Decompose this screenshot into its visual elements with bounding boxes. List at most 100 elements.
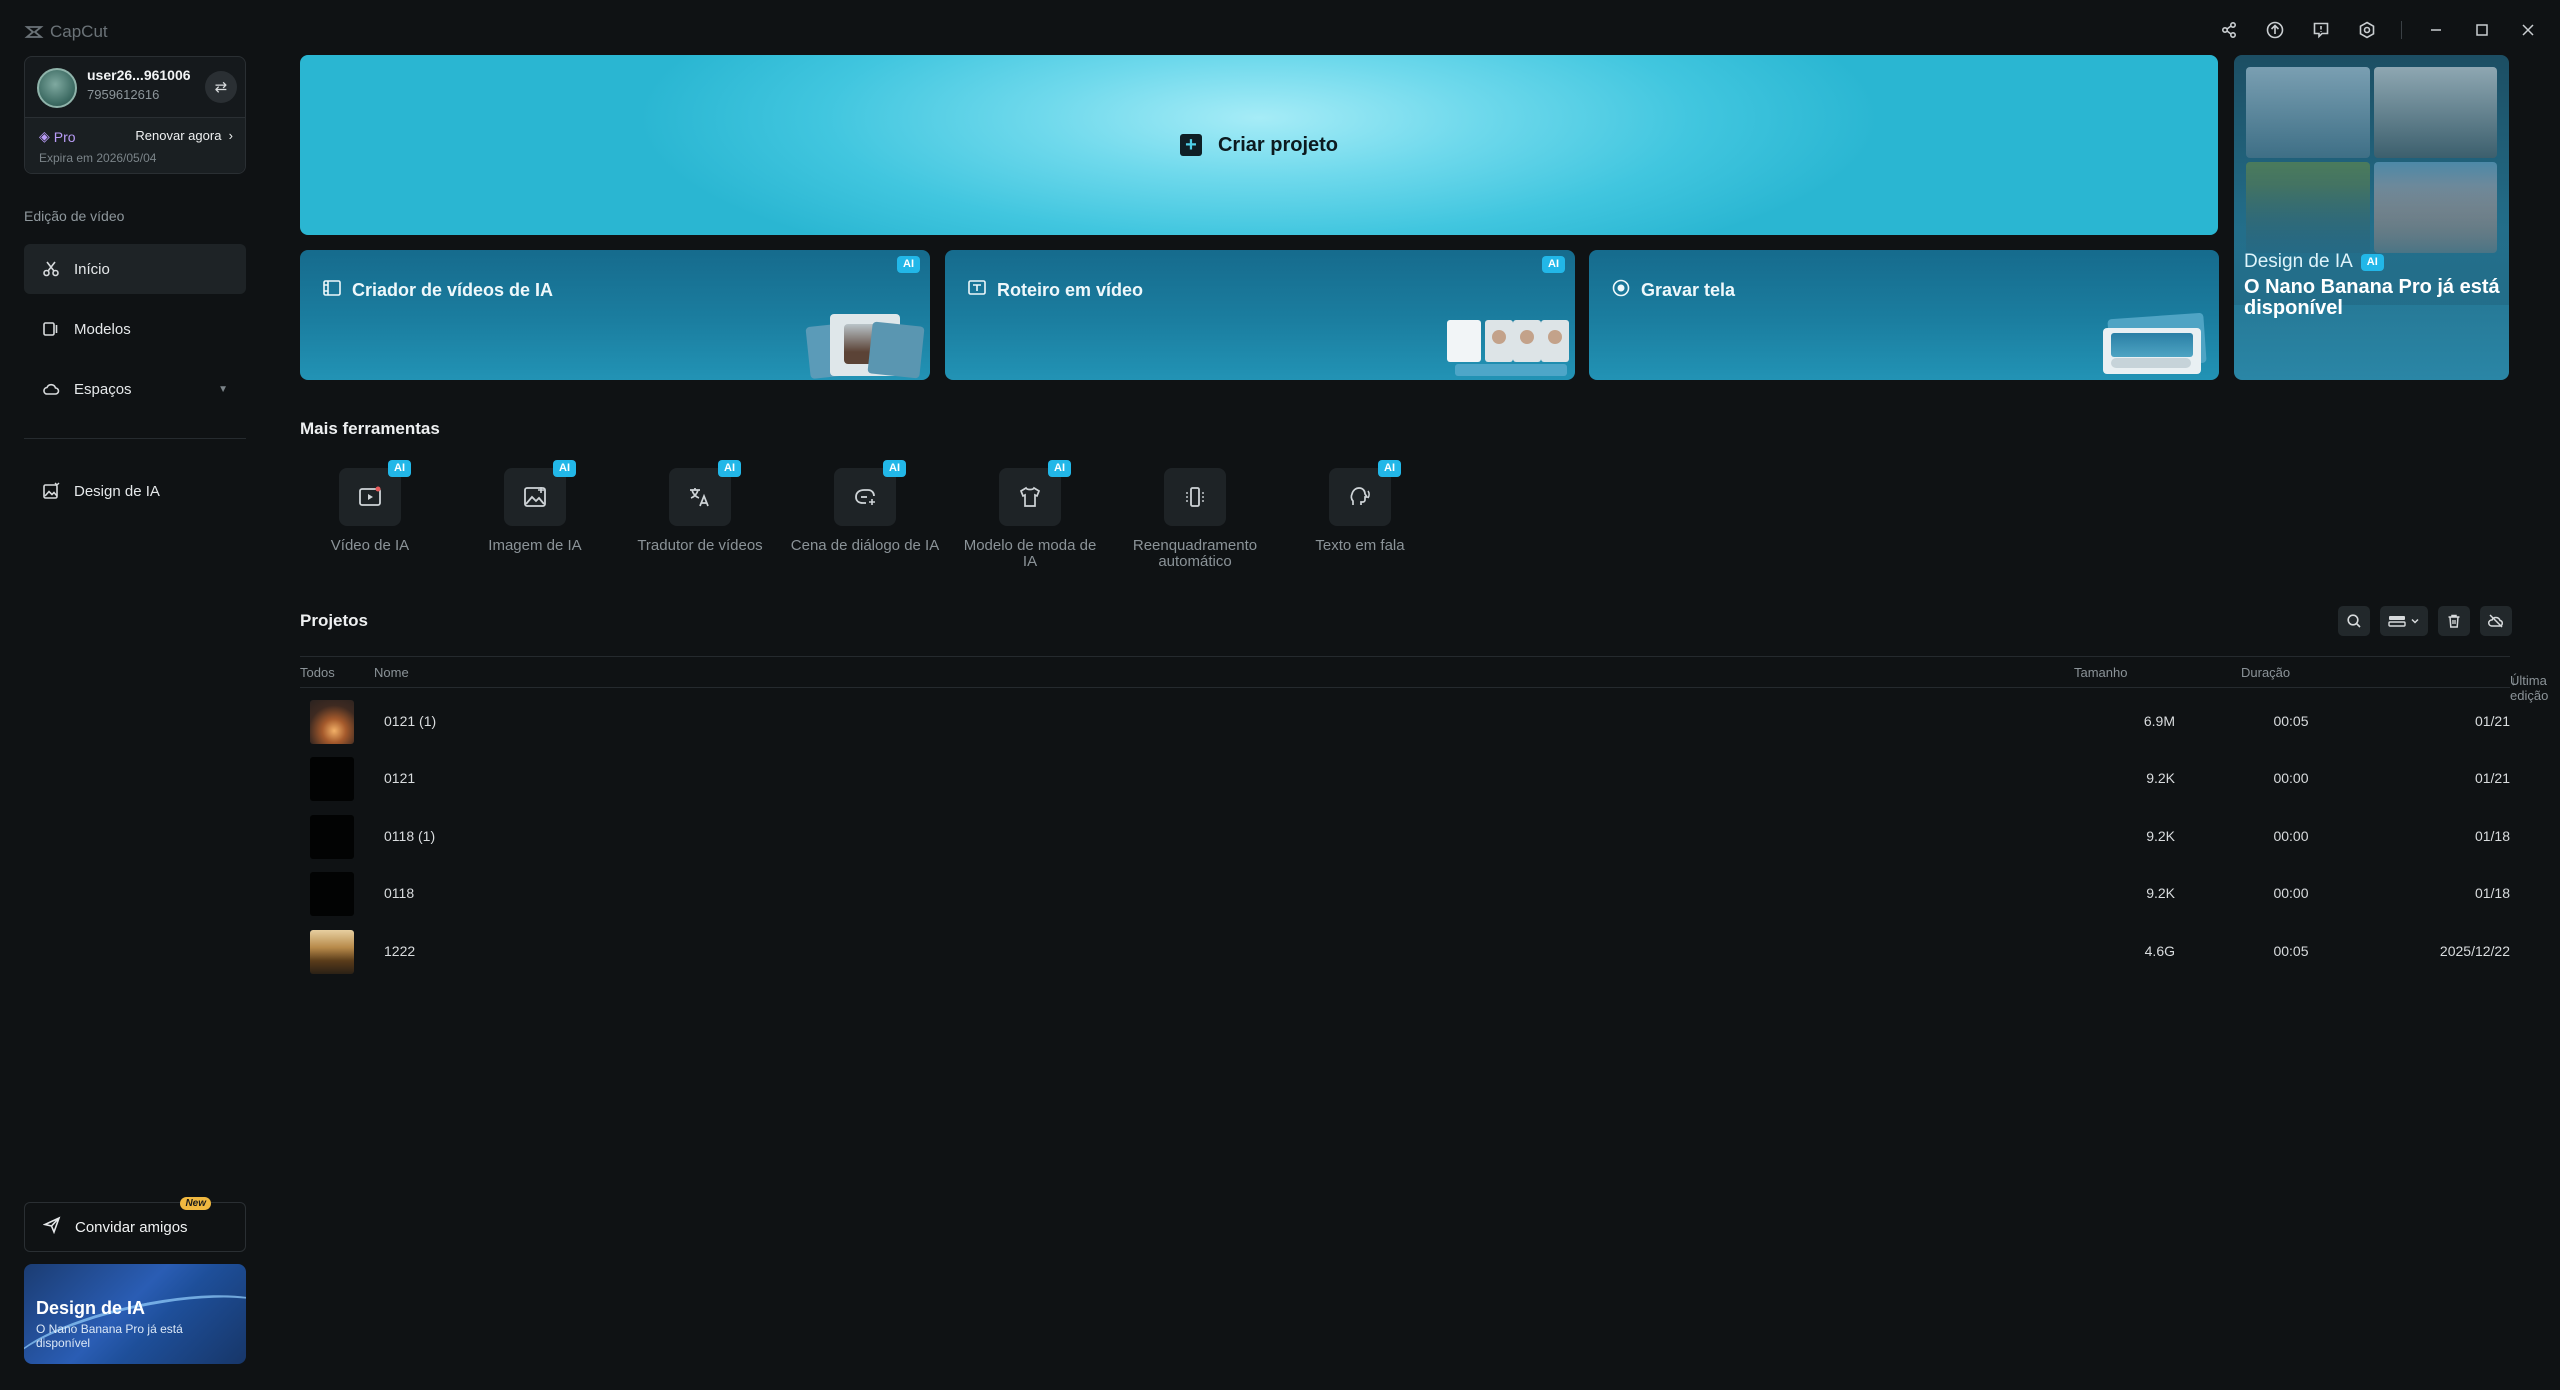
- sidebar-item-design-ia[interactable]: Design de IA: [24, 466, 246, 516]
- feedback-icon[interactable]: [2309, 18, 2333, 42]
- tool-card-title: Roteiro em vídeo: [967, 278, 1143, 303]
- tool-ai-video[interactable]: AI Vídeo de IA: [295, 460, 445, 554]
- minimize-icon[interactable]: [2424, 18, 2448, 42]
- film-grid-icon: [322, 278, 342, 303]
- username: user26...961006: [87, 67, 191, 83]
- trash-icon: [2448, 614, 2460, 628]
- project-row[interactable]: 0118 9.2K 00:00 01/18: [300, 864, 2510, 921]
- record-screen-card[interactable]: Gravar tela: [1589, 250, 2219, 380]
- project-size: 9.2K: [2146, 885, 2175, 901]
- project-thumbnail: [310, 872, 354, 916]
- renew-link[interactable]: Renovar agora ›: [135, 128, 233, 143]
- project-last-edit: 01/18: [2474, 885, 2510, 901]
- dialogue-icon: AI: [834, 460, 906, 526]
- tool-text-to-speech[interactable]: AI Texto em fala: [1285, 460, 1435, 554]
- sort-down-icon: ↓: [2510, 673, 2517, 688]
- project-name: 0118 (1): [384, 828, 436, 844]
- project-size: 6.9M: [2143, 713, 2175, 729]
- invite-label: Convidar amigos: [75, 1218, 188, 1236]
- tool-card-title: Criador de vídeos de IA: [322, 278, 553, 303]
- project-row[interactable]: 0118 (1) 9.2K 00:00 01/18: [300, 807, 2510, 864]
- project-thumbnail: [310, 700, 354, 744]
- tool-label: Reenquadramento automático: [1132, 537, 1258, 570]
- project-duration: 00:00: [2273, 828, 2309, 844]
- ai-badge: AI: [883, 460, 906, 477]
- project-name: 0121 (1): [384, 713, 437, 729]
- projects-heading: Projetos: [300, 611, 369, 630]
- send-icon: [42, 1216, 61, 1238]
- tool-ai-image[interactable]: AI Imagem de IA: [460, 460, 610, 554]
- banner-title: O Nano Banana Pro já está disponível: [2244, 276, 2500, 319]
- plus-icon: +: [1179, 134, 1202, 156]
- ai-design-banner[interactable]: Design de IA AI O Nano Banana Pro já est…: [2234, 55, 2509, 380]
- translate-icon: AI: [669, 460, 741, 526]
- promo-card[interactable]: Design de IA O Nano Banana Pro já está d…: [24, 1264, 246, 1364]
- list-view-icon: [2388, 616, 2406, 627]
- switch-account-button[interactable]: ⇄: [205, 71, 237, 103]
- tool-label: Modelo de moda de IA: [963, 537, 1097, 570]
- avatar[interactable]: [37, 68, 77, 108]
- card-preview-image: [2103, 312, 2207, 378]
- trash-button[interactable]: [2438, 606, 2470, 636]
- tool-ai-fashion-model[interactable]: AI Modelo de moda de IA: [955, 460, 1105, 570]
- promo-title: Design de IA: [36, 1298, 146, 1318]
- tool-label: Texto em fala: [1315, 537, 1405, 554]
- tool-video-translator[interactable]: AI Tradutor de vídeos: [625, 460, 775, 554]
- project-row[interactable]: 0121 9.2K 00:00 01/21: [300, 749, 2510, 806]
- project-last-edit: 2025/12/22: [2439, 943, 2510, 959]
- sidebar-item-label: Início: [74, 260, 110, 278]
- ai-video-creator-card[interactable]: Criador de vídeos de IA AI: [300, 250, 930, 380]
- chevron-right-icon: ›: [225, 128, 233, 143]
- tool-label: Imagem de IA: [488, 537, 582, 554]
- project-last-edit: 01/18: [2474, 828, 2510, 844]
- sidebar-item-label: Modelos: [74, 320, 131, 338]
- column-all[interactable]: Todos: [300, 665, 335, 680]
- banner-kicker: Design de IA AI: [2244, 251, 2384, 273]
- ai-badge: AI: [388, 460, 411, 477]
- create-project-label: Criar projeto: [1217, 133, 1339, 156]
- invite-friends-button[interactable]: Convidar amigos New: [24, 1197, 246, 1252]
- user-id: 7959612616: [87, 87, 160, 102]
- window-controls: [2217, 18, 2540, 42]
- script-icon: [967, 278, 987, 303]
- project-name: 0118: [384, 885, 415, 901]
- column-duration[interactable]: Duração: [2241, 665, 2290, 680]
- more-tools-heading: Mais ferramentas: [300, 419, 440, 438]
- sidebar-item-espacos[interactable]: Espaços ▼: [24, 364, 246, 414]
- sidebar-item-modelos[interactable]: Modelos: [24, 304, 246, 354]
- upload-icon[interactable]: [2263, 18, 2287, 42]
- chevron-down-icon: [2411, 618, 2419, 624]
- sidebar-item-inicio[interactable]: Início: [24, 244, 246, 294]
- column-name[interactable]: Nome: [374, 665, 409, 680]
- expiry-text: Expira em 2026/05/04: [39, 151, 157, 165]
- maximize-icon[interactable]: [2470, 18, 2494, 42]
- caret-down-icon[interactable]: ▼: [218, 384, 228, 395]
- script-to-video-card[interactable]: Roteiro em vídeo AI: [945, 250, 1575, 380]
- capcut-logo-icon: [24, 26, 44, 38]
- create-project-button[interactable]: + Criar projeto: [300, 55, 2218, 235]
- view-mode-dropdown[interactable]: [2380, 606, 2428, 636]
- app-logo: CapCut: [24, 22, 108, 42]
- share-icon[interactable]: [2217, 18, 2241, 42]
- search-button[interactable]: [2338, 606, 2370, 636]
- ai-badge: AI: [2360, 253, 2384, 271]
- cloud-off-button[interactable]: [2480, 606, 2512, 636]
- ai-badge: AI: [897, 256, 920, 273]
- close-icon[interactable]: [2516, 18, 2540, 42]
- project-row[interactable]: 1222 4.6G 00:05 2025/12/22: [300, 922, 2510, 979]
- tool-card-label: Gravar tela: [1641, 280, 1736, 300]
- project-row[interactable]: 0121 (1) 6.9M 00:05 01/21: [300, 692, 2510, 749]
- promo-subtitle: O Nano Banana Pro já está disponível: [36, 1322, 183, 1350]
- ai-badge: AI: [1542, 256, 1565, 273]
- sidebar-divider: [24, 438, 246, 439]
- subscription-panel: ◈ Pro Renovar agora › Expira em 2026/05/…: [25, 117, 245, 173]
- titlebar-divider: [2401, 21, 2402, 39]
- settings-icon[interactable]: [2355, 18, 2379, 42]
- renew-label: Renovar agora: [135, 128, 222, 143]
- tool-ai-dialogue-scene[interactable]: AI Cena de diálogo de IA: [790, 460, 940, 554]
- tool-label: Cena de diálogo de IA: [790, 537, 940, 554]
- tool-auto-reframe[interactable]: Reenquadramento automático: [1120, 468, 1270, 570]
- project-size: 4.6G: [2144, 943, 2175, 959]
- user-card[interactable]: user26...961006 7959612616 ⇄ ◈ Pro Renov…: [24, 56, 246, 174]
- column-size[interactable]: Tamanho: [2074, 665, 2127, 680]
